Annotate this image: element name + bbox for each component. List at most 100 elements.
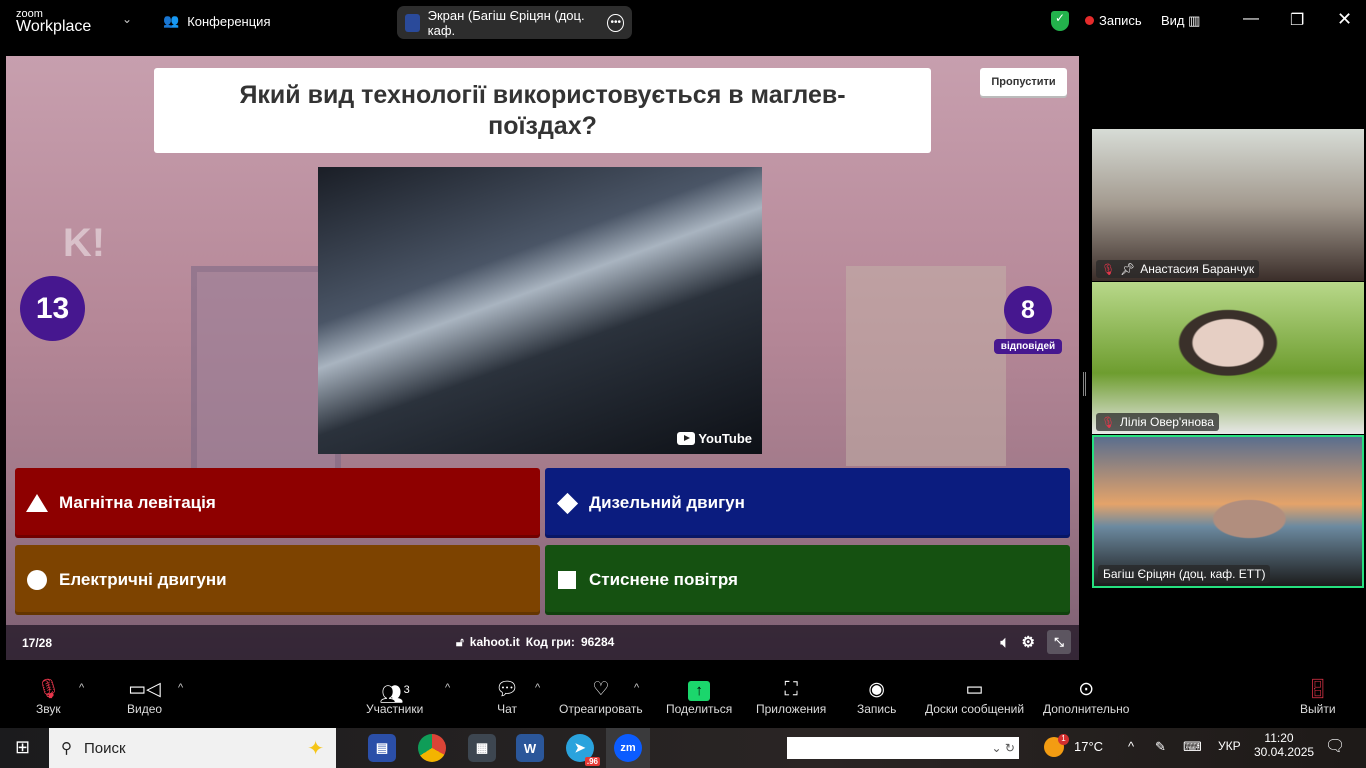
share-screen-icon: ↑	[666, 678, 732, 702]
screen-share-pill[interactable]: Экран (Багіш Єріцян (доц. каф. •••	[397, 6, 632, 39]
university-emblem-icon	[405, 13, 420, 32]
windows-taskbar: ⊞ ⚲ Поиск ✦ ▤ ▦ W ➤ .96 zm ⌄ ↻ 1 17°C ^ ✎ ⌨…	[0, 728, 1366, 768]
telegram-icon[interactable]: ➤ .96	[566, 734, 600, 766]
word-icon[interactable]: W	[516, 734, 544, 762]
game-pin: 🔓︎ kahoot.it Код гри: 96284	[456, 635, 614, 650]
chat-options-caret[interactable]: ^	[535, 682, 540, 694]
weather-badge: 1	[1058, 734, 1069, 745]
react-label: Отреагировать	[559, 702, 643, 716]
audio-label: Звук	[36, 702, 61, 716]
recording-indicator[interactable]: Запись	[1085, 13, 1142, 28]
square-icon	[557, 570, 577, 590]
windows-start-icon[interactable]: ⊞	[15, 737, 30, 758]
record-dot-icon	[1085, 16, 1094, 25]
participant-name: Анастасия Баранчук	[1140, 262, 1255, 276]
share-button[interactable]: ↑ Поделиться	[666, 678, 732, 716]
telegram-badge: .96	[584, 757, 600, 766]
restore-icon[interactable]: ❐	[1290, 10, 1304, 30]
whiteboards-button[interactable]: ▭ Доски сообщений	[925, 678, 1024, 716]
video-button[interactable]: ▭◁ Видео	[127, 678, 162, 716]
participant-video-tile[interactable]: 🎙︎ 📌︎ Анастасия Баранчук	[1092, 129, 1364, 281]
audio-options-caret[interactable]: ^	[79, 682, 84, 694]
record-button[interactable]: ◉ Запись	[857, 678, 896, 716]
diamond-icon	[556, 492, 578, 514]
audio-button[interactable]: 🎙︎ Звук	[36, 678, 61, 716]
participants-options-caret[interactable]: ^	[445, 682, 450, 694]
answer-text: Дизельний двигун	[589, 493, 745, 512]
participant-name: Багіш Єріцян (доц. каф. ЕТТ)	[1103, 567, 1266, 581]
code-label: Код гри:	[525, 635, 575, 649]
temperature[interactable]: 17°C	[1074, 739, 1103, 754]
title-bar: zoom Workplace ⌄ 👥 Конференция Экран (Баг…	[0, 0, 1366, 45]
minimize-icon[interactable]: —	[1243, 10, 1259, 28]
view-label: Вид	[1161, 13, 1185, 28]
apps-button[interactable]: ⛶ Приложения	[756, 678, 826, 716]
more-dots-icon: ⊙	[1078, 679, 1095, 700]
save-app-icon[interactable]: ▤	[368, 734, 396, 762]
view-button[interactable]: Вид ▥	[1161, 13, 1200, 29]
answer-option-3[interactable]: Електричні двигуни	[15, 545, 540, 615]
more-options-icon[interactable]: •••	[607, 13, 624, 32]
chat-button[interactable]: 💬︎ Чат	[495, 678, 519, 716]
participant-video-tile[interactable]: 🎙︎ Лілія Овер'янова	[1092, 282, 1364, 434]
whiteboard-icon: ▭	[965, 679, 984, 700]
chevron-down-icon[interactable]: ⌄	[122, 12, 132, 26]
language-indicator[interactable]: УКР	[1218, 739, 1241, 753]
camera-icon: ▭◁	[128, 679, 161, 700]
meeting-label: Конференция	[187, 13, 271, 29]
copilot-sparkle-icon: ✦	[307, 737, 324, 760]
apps-icon: ⛶	[784, 679, 798, 700]
calculator-icon[interactable]: ▦	[468, 734, 496, 762]
more-label: Дополнительно	[1043, 702, 1130, 716]
circle-icon	[27, 570, 47, 590]
search-placeholder: Поиск	[84, 739, 126, 757]
pen-icon[interactable]: ✎	[1155, 739, 1166, 755]
settings-gear-icon[interactable]: ⚙	[1022, 633, 1035, 651]
question-title: Який вид технології використовується в м…	[154, 68, 931, 153]
react-button[interactable]: ♡ Отреагировать	[559, 678, 643, 716]
more-button[interactable]: ⊙ Дополнительно	[1043, 678, 1129, 716]
weather-icon[interactable]: 1	[1044, 734, 1069, 757]
panel-resize-handle[interactable]	[1083, 372, 1086, 396]
time: 11:20	[1264, 731, 1294, 745]
answer-option-2[interactable]: Дизельний двигун	[545, 468, 1070, 538]
whiteboards-label: Доски сообщений	[925, 702, 1025, 716]
participants-button[interactable]: 👥︎3 Участники	[366, 678, 423, 716]
leave-door-icon: 🚪︎	[1305, 679, 1330, 700]
exit-fullscreen-icon[interactable]: ⤡	[1047, 630, 1071, 654]
close-icon[interactable]: ✕	[1337, 9, 1352, 30]
react-options-caret[interactable]: ^	[634, 682, 639, 694]
skip-button[interactable]: Пропустити	[980, 68, 1067, 96]
game-code: 96284	[580, 635, 615, 649]
question-video[interactable]: YouTube	[318, 167, 762, 454]
video-options-caret[interactable]: ^	[178, 682, 183, 694]
clock[interactable]: 11:20 30.04.2025	[1254, 731, 1314, 759]
zoom-logo: Workplace	[16, 18, 92, 35]
kahoot-bottom-bar: 17/28 🔓︎ kahoot.it Код гри: 96284 🔈︎ ⚙ ⤡	[6, 625, 1079, 660]
taskbar-search[interactable]: ⚲ Поиск ✦	[49, 728, 336, 768]
address-toolbar-input[interactable]: ⌄ ↻	[787, 737, 1019, 759]
participants-label: Участники	[366, 702, 424, 716]
volume-icon[interactable]: 🔈︎	[1001, 634, 1010, 651]
answer-option-4[interactable]: Стиснене повітря	[545, 545, 1070, 615]
mic-muted-icon: 🎙︎	[36, 679, 61, 700]
chrome-icon[interactable]	[418, 734, 446, 762]
youtube-play-icon	[677, 432, 696, 445]
chat-icon: 💬︎	[495, 679, 520, 700]
leave-button[interactable]: 🚪︎ Выйти	[1300, 678, 1336, 716]
mic-muted-icon: 🎙︎	[1101, 416, 1115, 429]
shared-screen: K! Який вид технології використовується …	[6, 56, 1079, 660]
tray-expand-icon[interactable]: ^	[1128, 739, 1134, 754]
active-speaker-tile[interactable]: Багіш Єріцян (доц. каф. ЕТТ)	[1092, 435, 1364, 588]
apps-label: Приложения	[756, 702, 827, 716]
security-shield-icon[interactable]: ✓	[1051, 11, 1069, 31]
answer-option-1[interactable]: Магнітна левітація	[15, 468, 540, 538]
answer-text: Стиснене повітря	[589, 570, 738, 589]
notifications-icon[interactable]: 🗨︎	[1325, 736, 1345, 756]
meeting-info-button[interactable]: 👥 Конференция	[163, 13, 270, 29]
answer-text: Магнітна левітація	[59, 493, 216, 512]
participant-name-tag: 🎙︎ 📌︎ Анастасия Баранчук	[1096, 260, 1260, 278]
zoom-taskbar-icon[interactable]: zm	[614, 734, 642, 762]
chat-label: Чат	[497, 702, 518, 716]
keyboard-icon[interactable]: ⌨	[1183, 739, 1202, 755]
